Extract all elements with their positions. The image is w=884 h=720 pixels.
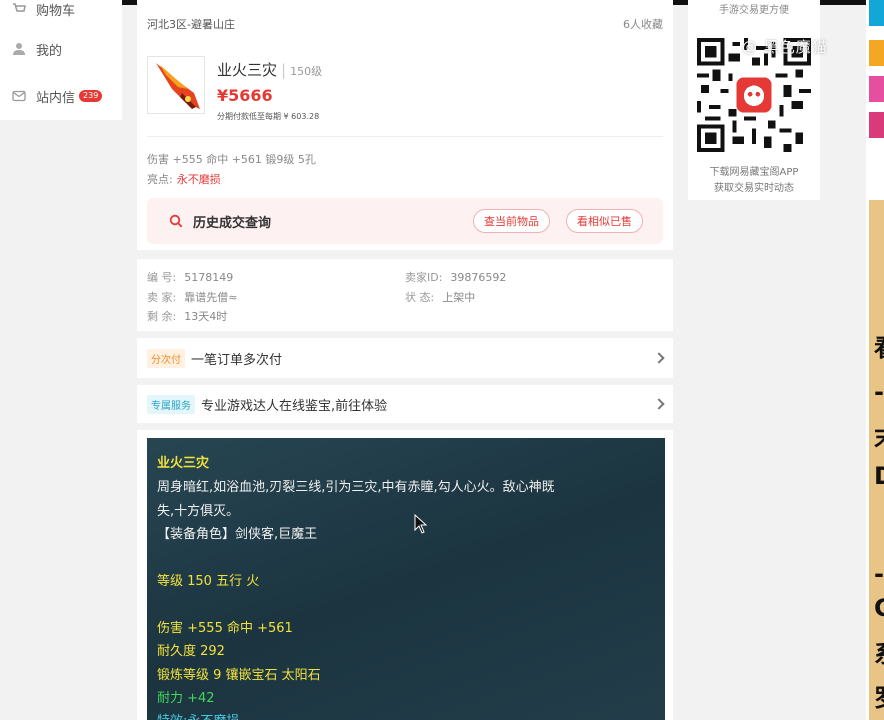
mouse-cursor-icon — [414, 513, 428, 538]
search-icon — [169, 213, 183, 228]
nav-item-label: 购物车 — [36, 3, 76, 19]
strip-char: 罗 — [874, 678, 884, 713]
flame-sword-icon — [156, 63, 200, 109]
info-label: 状 态: — [405, 291, 435, 304]
nav-item-messages[interactable]: 站内信 239 — [12, 85, 103, 107]
perk-value: 永不磨损 — [176, 173, 221, 186]
desc-line: 【装备角色】剑侠客,巨魔王 — [157, 527, 318, 542]
history-panel: 历史成交查询 查当前物品 看相似已售 — [147, 198, 663, 244]
info-label: 编 号: — [147, 271, 177, 284]
strip-block — [869, 0, 884, 26]
item-name-text: 业火三灾 — [217, 61, 278, 79]
info-label: 剩 余: — [147, 310, 177, 323]
desc-line: 失,十方俱灭。 — [157, 504, 240, 519]
cart-icon — [12, 2, 26, 16]
info-value: 13天4时 — [184, 310, 228, 323]
listing-info-card: 编 号: 5178149 卖家ID: 39876592 卖 家: 靠谱先僧≈ 状 态:… — [137, 259, 673, 331]
nav-item-mine[interactable]: 我的 — [12, 38, 62, 60]
chevron-right-icon — [653, 352, 665, 364]
item-stats: 伤害 +555 命中 +561 锻9级 5孔 — [147, 153, 316, 166]
right-edge-strip: 看 - 末 D - C 系 罗 — [866, 0, 884, 720]
info-value: 上架中 — [442, 291, 476, 304]
info-remaining: 剩 余: 13天4时 — [147, 308, 227, 324]
item-perk: 亮点: 永不磨损 — [147, 171, 221, 187]
desc-line: 锻炼等级 9 镶嵌宝石 太阳石 — [157, 668, 321, 683]
expert-tag: 专属服务 — [147, 394, 195, 414]
message-count-badge: 239 — [79, 90, 103, 102]
strip-block — [869, 112, 884, 138]
installment-row[interactable]: 分次付 一笔订单多次付 — [137, 338, 673, 378]
item-level: 150级 — [290, 65, 323, 78]
info-id: 编 号: 5178149 — [147, 269, 233, 285]
nav-item-label: 我的 — [36, 43, 63, 59]
mail-icon — [12, 89, 26, 103]
nav-item-cart[interactable]: 购物车 — [12, 0, 75, 20]
strip-char: C — [874, 594, 884, 622]
desc-line: 特效:永不磨损 — [157, 710, 239, 720]
item-price: ¥5666 — [217, 86, 273, 105]
favorite-count: 6人收藏 — [623, 18, 663, 31]
desc-line: 等级 150 五行 火 — [157, 574, 260, 589]
installment-text: 一笔订单多次付 — [191, 352, 283, 368]
strip-char: 末 — [874, 418, 884, 453]
nav-item-label: 站内信 — [36, 90, 76, 106]
info-value: 5178149 — [184, 271, 234, 284]
download-caption-sub: 获取交易实时动态 — [714, 183, 794, 194]
info-label: 卖 家: — [147, 291, 177, 304]
strip-char: - — [874, 378, 884, 406]
server-row: 河北3区-避暑山庄 6人收藏 — [147, 16, 663, 32]
desc-line: 周身暗红,如浴血池,刃裂三线,引为三灾,中有赤瞳,勾人心火。敌心神既 — [157, 480, 555, 495]
divider — [147, 136, 663, 137]
expert-text: 专业游戏达人在线鉴宝,前往体验 — [201, 398, 388, 414]
download-caption: 下载网易藏宝阁APP — [709, 167, 799, 178]
desc-line: 耐力 +42 — [157, 691, 215, 706]
expert-service-row[interactable]: 专属服务 专业游戏达人在线鉴宝,前往体验 — [137, 385, 673, 423]
desc-line: 耐久度 292 — [157, 644, 225, 659]
chevron-right-icon — [653, 398, 665, 410]
left-nav: 购物车 我的 站内信 239 — [0, 0, 122, 120]
strip-block — [869, 76, 884, 102]
app-download-panel: 手游交易更方便 下载网易藏宝阁APP 获取交易实时动态 — [688, 0, 820, 200]
server-name: 河北3区-避暑山庄 — [147, 18, 235, 31]
installment-note: 分期付款低至每期 ¥ 603.28 — [217, 112, 320, 121]
item-thumbnail[interactable] — [147, 56, 205, 114]
strip-char: - — [874, 560, 884, 588]
strip-char: 系 — [874, 634, 884, 669]
info-seller: 卖 家: 靠谱先僧≈ — [147, 289, 237, 305]
product-card: 河北3区-避暑山庄 6人收藏 业火三灾 | 150级 ¥5666 分期付款低至每期 … — [137, 0, 673, 250]
item-description-panel: 业火三灾 周身暗红,如浴血池,刃裂三线,引为三灾,中有赤瞳,勾人心火。敌心神既 … — [147, 438, 665, 720]
watermark: @ 黑色魔猫 — [742, 38, 828, 56]
check-current-button[interactable]: 查当前物品 — [473, 209, 550, 233]
info-status: 状 态: 上架中 — [405, 289, 475, 305]
installment-tag: 分次付 — [147, 348, 185, 368]
info-value: 靠谱先僧≈ — [184, 291, 238, 304]
strip-char: D — [874, 462, 884, 490]
strip-block — [869, 40, 884, 66]
user-icon — [12, 42, 26, 56]
perk-label: 亮点: — [147, 173, 173, 186]
info-seller-id: 卖家ID: 39876592 — [405, 269, 506, 285]
strip-char: 看 — [874, 328, 884, 363]
history-title: 历史成交查询 — [193, 216, 272, 231]
see-similar-sold-button[interactable]: 看相似已售 — [566, 209, 643, 233]
desc-title: 业火三灾 — [157, 456, 210, 471]
item-name: 业火三灾 | 150级 — [217, 61, 323, 79]
promo-text: 手游交易更方便 — [719, 5, 789, 16]
info-label: 卖家ID: — [405, 271, 443, 284]
desc-line: 伤害 +555 命中 +561 — [157, 621, 293, 636]
info-value: 39876592 — [450, 271, 507, 284]
